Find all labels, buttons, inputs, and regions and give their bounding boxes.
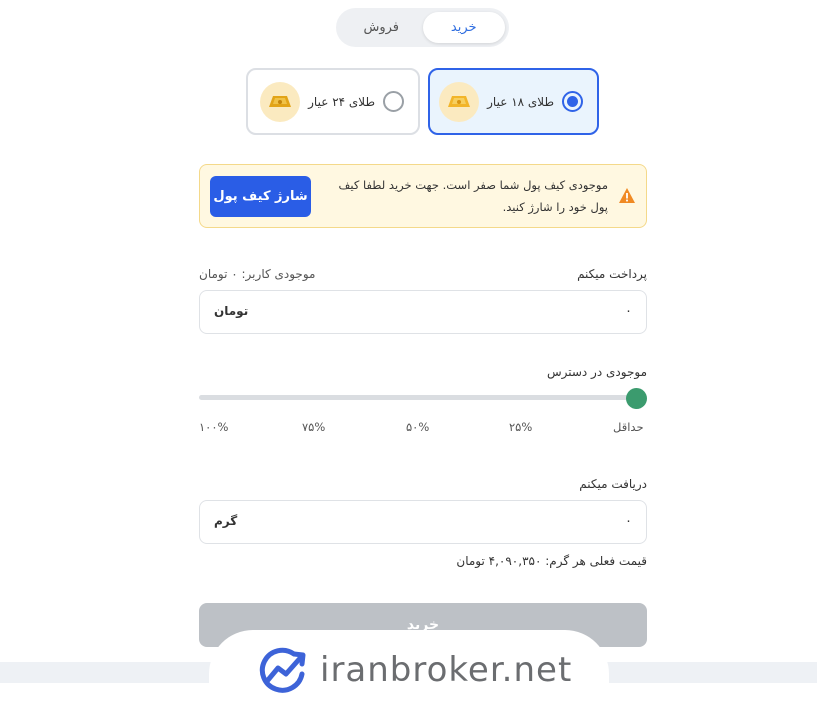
radio-button[interactable]: [383, 91, 404, 112]
available-label: موجودی در دسترس: [546, 365, 647, 379]
pay-label: پرداخت میکنم: [577, 267, 647, 281]
pay-amount-value: ۰: [625, 304, 632, 319]
current-price: قیمت فعلی هر گرم: ۴,۰۹۰,۳۵۰ تومان: [456, 554, 647, 568]
gold-bar-icon: [260, 81, 301, 122]
receive-amount-value: ۰: [625, 514, 632, 529]
receive-amount-input[interactable]: ۰ گرم: [199, 500, 647, 544]
alert-message: موجودی کیف پول شما صفر است. جهت خرید لطف…: [338, 178, 608, 214]
slider-tick-75: ۷۵%: [302, 420, 326, 434]
growth-chart-icon: [259, 647, 306, 693]
watermark: iranbroker.net: [258, 646, 572, 694]
charge-wallet-button[interactable]: شارژ کیف پول: [210, 176, 311, 217]
gold-18k-option[interactable]: طلای ۱۸ عیار: [428, 68, 599, 135]
slider-handle[interactable]: [626, 388, 647, 409]
slider-tick-25: ۲۵%: [509, 420, 533, 434]
slider-tick-50: ۵۰%: [406, 420, 430, 434]
available-slider-track[interactable]: [199, 395, 640, 400]
gold-bar-icon: [439, 81, 480, 122]
receive-label: دریافت میکنم: [579, 477, 647, 491]
slider-tick-100: ۱۰۰%: [199, 420, 229, 434]
gold-24k-option[interactable]: طلای ۲۴ عیار: [246, 68, 420, 135]
weight-unit: گرم: [214, 514, 238, 528]
wallet-alert: موجودی کیف پول شما صفر است. جهت خرید لطف…: [199, 164, 647, 228]
radio-button[interactable]: [562, 91, 583, 112]
slider-tick-min: حداقل: [613, 420, 644, 434]
currency-unit: تومان: [214, 304, 249, 318]
user-balance: موجودی کاربر: ۰ تومان: [199, 267, 316, 281]
gold-type-label: طلای ۱۸ عیار: [487, 94, 554, 109]
trade-tabs: خرید فروش: [336, 8, 509, 47]
gold-type-label: طلای ۲۴ عیار: [308, 94, 375, 109]
pay-amount-input[interactable]: ۰ تومان: [199, 290, 647, 334]
tab-sell[interactable]: فروش: [340, 12, 423, 43]
watermark-text: iranbroker.net: [320, 650, 573, 690]
tab-buy[interactable]: خرید: [422, 12, 505, 43]
gold-trade-page: خرید فروش طلای ۱۸ عیار طلای ۲۴ عیار موجو…: [0, 0, 817, 703]
warning-icon: [619, 188, 635, 203]
